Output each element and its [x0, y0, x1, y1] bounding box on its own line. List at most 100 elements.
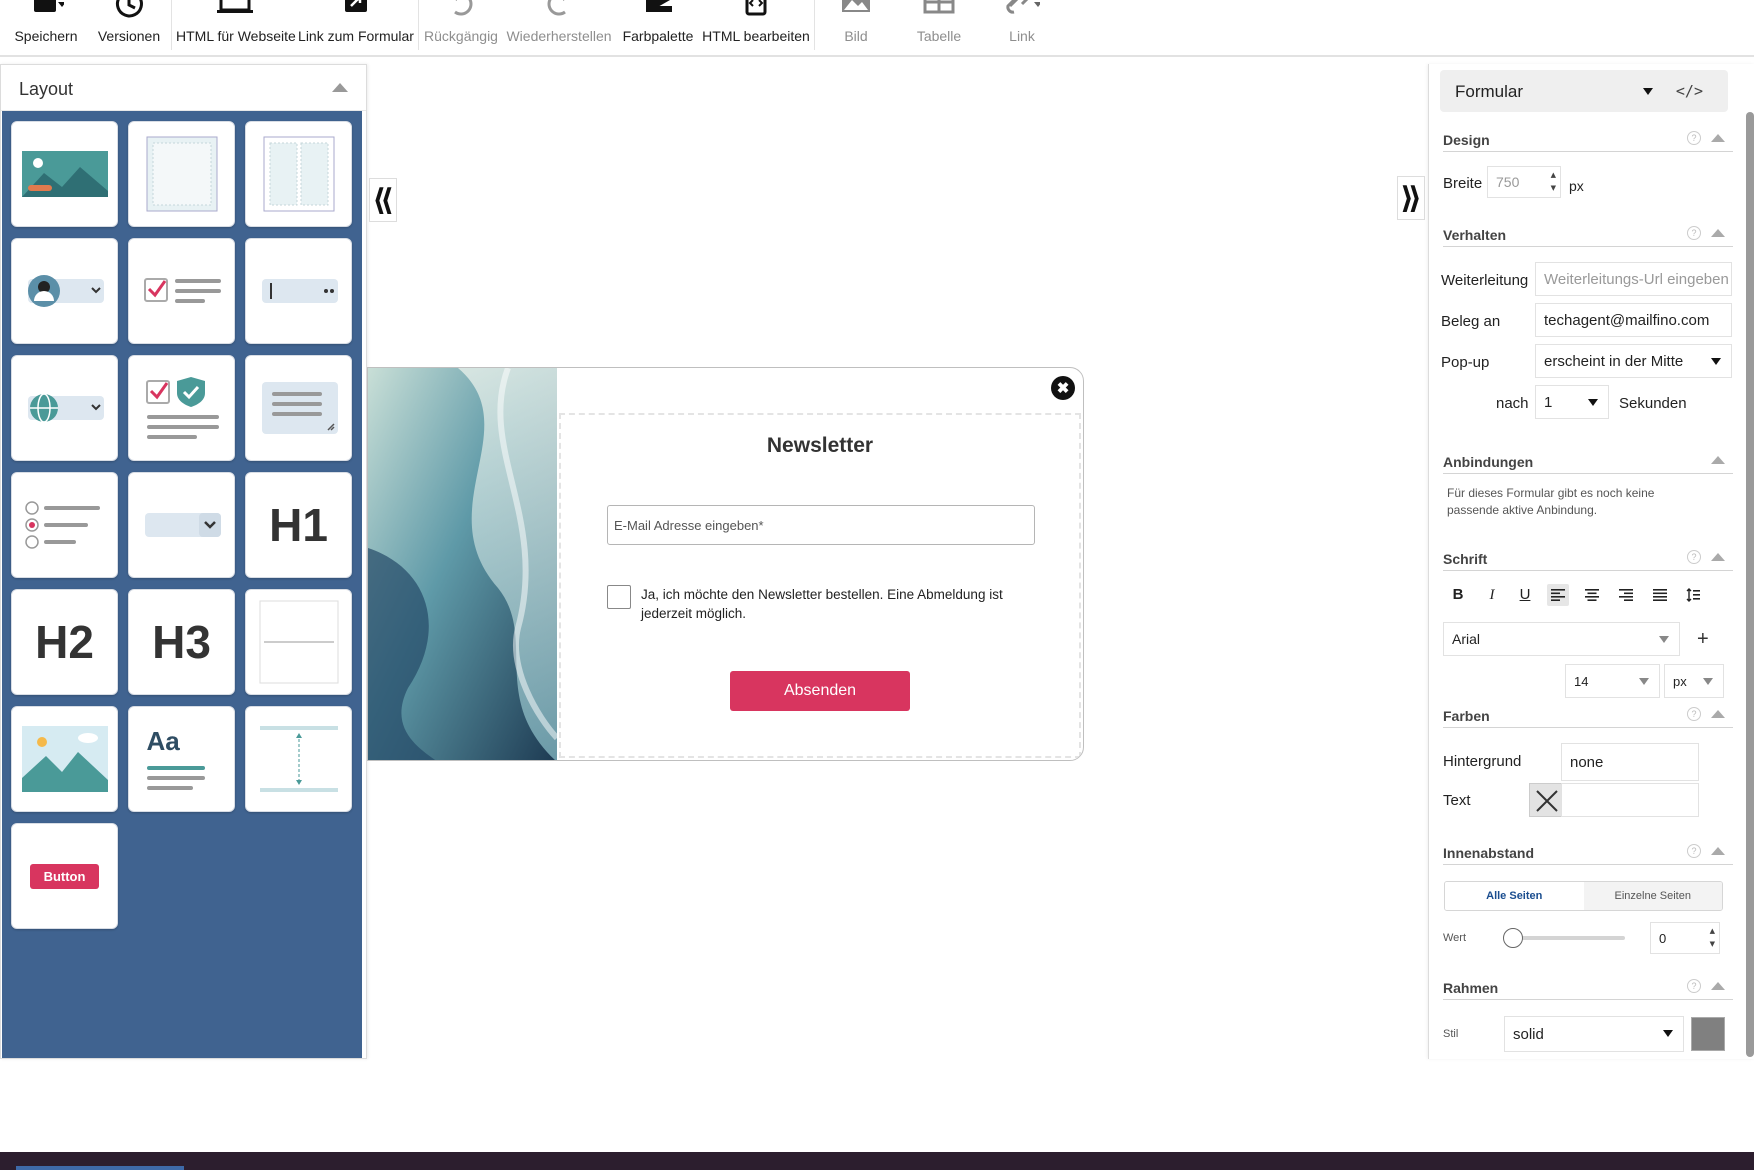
- help-icon[interactable]: ?: [1687, 226, 1701, 240]
- password-field-block[interactable]: [245, 238, 352, 344]
- collapse-caret-icon[interactable]: [1711, 710, 1725, 718]
- text-color-label: Text: [1443, 792, 1471, 809]
- section-border[interactable]: Rahmen ?: [1443, 974, 1733, 1000]
- border-color-swatch[interactable]: [1691, 1017, 1725, 1051]
- divider-block[interactable]: [245, 589, 352, 695]
- section-colors[interactable]: Farben ?: [1443, 702, 1733, 728]
- help-icon[interactable]: ?: [1687, 550, 1701, 564]
- delay-select[interactable]: 1: [1535, 385, 1609, 419]
- scrollbar[interactable]: [1746, 112, 1754, 1057]
- image-button[interactable]: Bild: [826, 0, 886, 55]
- help-icon[interactable]: ?: [1687, 844, 1701, 858]
- link-form-button[interactable]: Link zum Formular: [298, 0, 414, 55]
- width-input[interactable]: 750 ▲ ▼: [1487, 166, 1561, 198]
- no-color-swatch[interactable]: [1529, 783, 1563, 817]
- section-design[interactable]: Design ?: [1443, 126, 1733, 152]
- bold-button[interactable]: B: [1447, 584, 1469, 606]
- align-right-icon[interactable]: [1615, 584, 1637, 606]
- add-font-button[interactable]: +: [1697, 628, 1709, 651]
- image-banner-block[interactable]: [11, 121, 118, 227]
- italic-button[interactable]: I: [1481, 584, 1503, 606]
- tab-single-sides[interactable]: Einzelne Seiten: [1583, 882, 1722, 910]
- submit-button[interactable]: Absenden: [730, 671, 910, 711]
- collapse-caret-icon[interactable]: [1711, 982, 1725, 990]
- font-size-select[interactable]: 14: [1565, 664, 1660, 698]
- spin-up-icon[interactable]: ▲: [1710, 927, 1715, 936]
- align-justify-icon[interactable]: [1649, 584, 1671, 606]
- single-column-block[interactable]: [128, 121, 235, 227]
- tab-all-sides[interactable]: Alle Seiten: [1445, 882, 1584, 910]
- font-unit-select[interactable]: px: [1664, 664, 1724, 698]
- collapse-caret-icon[interactable]: [1711, 847, 1725, 855]
- collapse-left-panel-button[interactable]: ⟪: [369, 178, 397, 222]
- layout-tiles: H1 H2 H3 Aa Button: [2, 111, 362, 1058]
- section-padding[interactable]: Innenabstand ?: [1443, 839, 1733, 865]
- collapse-caret-icon[interactable]: [1711, 134, 1725, 142]
- slider-handle[interactable]: [1503, 928, 1523, 948]
- salutation-select-block[interactable]: [11, 238, 118, 344]
- receipt-email-input[interactable]: techagent@mailfino.com: [1535, 303, 1732, 337]
- email-field[interactable]: [607, 505, 1035, 545]
- h1-block[interactable]: H1: [245, 472, 352, 578]
- h3-block[interactable]: H3: [128, 589, 235, 695]
- font-family-select[interactable]: Arial: [1443, 622, 1680, 656]
- redo-button[interactable]: Wiederherstellen: [505, 0, 613, 55]
- palette-icon: [646, 0, 672, 12]
- image-block[interactable]: [11, 706, 118, 812]
- align-left-icon[interactable]: [1547, 584, 1569, 606]
- line-height-icon[interactable]: [1682, 584, 1704, 606]
- checkbox-text-block[interactable]: [128, 238, 235, 344]
- help-icon[interactable]: ?: [1687, 979, 1701, 993]
- h2-block[interactable]: H2: [11, 589, 118, 695]
- edit-html-button[interactable]: HTML bearbeiten: [702, 0, 810, 55]
- language-select-icon: [27, 393, 104, 423]
- html-webpage-button[interactable]: HTML für Webseite: [176, 0, 296, 55]
- help-icon[interactable]: ?: [1687, 131, 1701, 145]
- text-block[interactable]: Aa: [128, 706, 235, 812]
- link-button[interactable]: Link: [992, 0, 1052, 55]
- redirect-url-input[interactable]: Weiterleitungs-Url eingeben: [1535, 262, 1732, 296]
- section-bindings[interactable]: Anbindungen: [1443, 448, 1733, 474]
- spin-down-icon[interactable]: ▼: [1710, 940, 1715, 949]
- popup-label: Pop-up: [1441, 354, 1490, 371]
- popup-position-select[interactable]: erscheint in der Mitte: [1535, 344, 1732, 378]
- help-icon[interactable]: ?: [1687, 707, 1701, 721]
- textarea-block[interactable]: [245, 355, 352, 461]
- spacer-block[interactable]: [245, 706, 352, 812]
- privacy-consent-icon: [145, 377, 219, 439]
- section-font[interactable]: Schrift ?: [1443, 545, 1733, 571]
- collapse-caret-icon[interactable]: [332, 83, 348, 92]
- section-behavior[interactable]: Verhalten ?: [1443, 221, 1733, 247]
- element-select[interactable]: Formular </>: [1440, 70, 1728, 112]
- collapse-caret-icon[interactable]: [1711, 553, 1725, 561]
- color-palette-button[interactable]: Farbpalette: [620, 0, 696, 55]
- two-column-block[interactable]: [245, 121, 352, 227]
- newsletter-consent-checkbox[interactable]: [607, 585, 631, 609]
- padding-slider[interactable]: [1503, 928, 1625, 948]
- form-title: Newsletter: [766, 434, 874, 457]
- newsletter-form-preview[interactable]: Newsletter Ja, ich möchte den Newsletter…: [367, 367, 1084, 761]
- privacy-consent-block[interactable]: [128, 355, 235, 461]
- collapse-caret-icon[interactable]: [1711, 456, 1725, 464]
- undo-button[interactable]: Rückgängig: [424, 0, 498, 55]
- text-color-input[interactable]: [1561, 783, 1699, 817]
- code-icon[interactable]: </>: [1676, 82, 1703, 100]
- close-icon[interactable]: ✖: [1051, 376, 1075, 400]
- collapse-caret-icon[interactable]: [1711, 229, 1725, 237]
- table-button[interactable]: Tabelle: [906, 0, 972, 55]
- align-center-icon[interactable]: [1581, 584, 1603, 606]
- underline-button[interactable]: U: [1514, 584, 1536, 606]
- padding-value-input[interactable]: 0 ▲ ▼: [1650, 922, 1720, 954]
- border-style-select[interactable]: solid: [1504, 1016, 1684, 1052]
- radio-group-block[interactable]: [11, 472, 118, 578]
- layout-panel-header[interactable]: Layout: [1, 65, 366, 111]
- dropdown-block[interactable]: [128, 472, 235, 578]
- spin-down-icon[interactable]: ▼: [1551, 184, 1556, 193]
- button-block[interactable]: Button: [11, 823, 118, 929]
- save-button[interactable]: Speichern: [6, 0, 86, 55]
- spin-up-icon[interactable]: ▲: [1551, 171, 1556, 180]
- versions-button[interactable]: Versionen: [92, 0, 166, 55]
- background-color-input[interactable]: none: [1561, 743, 1699, 781]
- collapse-right-panel-button[interactable]: ⟫: [1397, 176, 1425, 220]
- language-select-block[interactable]: [11, 355, 118, 461]
